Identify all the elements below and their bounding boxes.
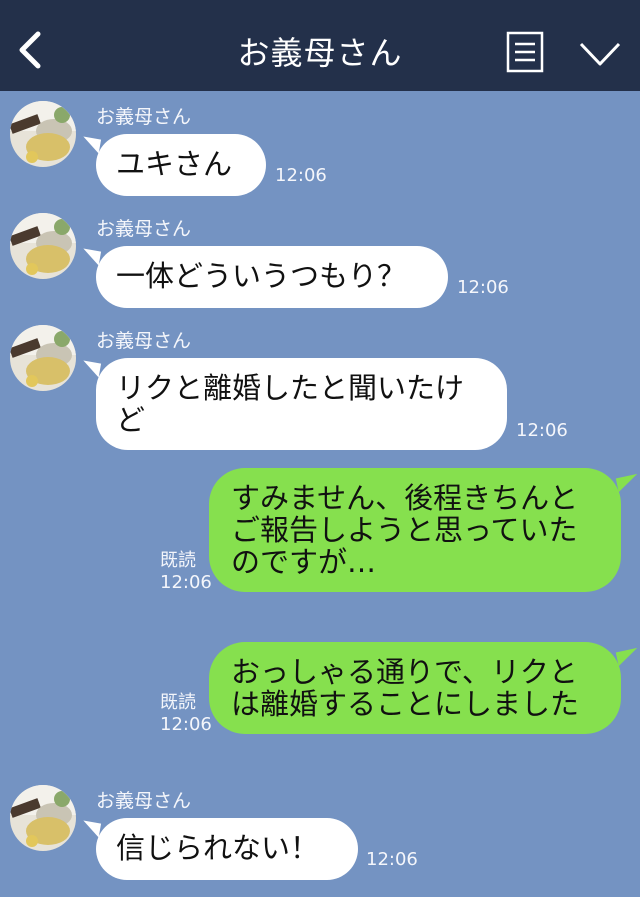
sender-name: お義母さん [96, 790, 192, 812]
outgoing-message-bubble[interactable]: おっしゃる通りで、リクと は離婚することにしました [209, 642, 621, 734]
message-text-line: すみません、後程きちんと [231, 481, 579, 515]
message-time: 12:06 [516, 420, 568, 441]
avatar[interactable] [10, 213, 76, 279]
sender-name: お義母さん [96, 106, 192, 128]
read-receipt: 既読 [160, 692, 196, 713]
message-time: 12:06 [160, 572, 212, 593]
incoming-message-bubble[interactable]: ユキさん [96, 134, 266, 196]
sender-name: お義母さん [96, 218, 192, 240]
message-time: 12:06 [275, 165, 327, 186]
message-text: 一体どういうつもり？ [116, 259, 407, 293]
message-text-line: ご報告しようと思っていた [231, 513, 578, 547]
message-meta: 既読 12:06 [160, 692, 212, 736]
read-receipt: 既読 [160, 550, 196, 571]
avatar[interactable] [10, 101, 76, 167]
sender-name: お義母さん [96, 330, 192, 352]
chat-title: お義母さん [237, 34, 403, 72]
outgoing-message-bubble[interactable]: すみません、後程きちんと ご報告しようと思っていた のですが… [209, 468, 621, 592]
message-text-line: リクと離婚したと聞いたけ [116, 371, 465, 405]
message-text-line: は離婚することにしました [231, 687, 580, 721]
chevron-down-icon[interactable] [578, 40, 622, 68]
message-text-line: おっしゃる通りで、リクと [231, 655, 578, 689]
message-text-line: のですが… [231, 545, 377, 579]
message-meta: 既読 12:06 [160, 550, 212, 594]
message-time: 12:06 [160, 714, 212, 735]
chat-header: お義母さん [0, 0, 640, 91]
incoming-message-bubble[interactable]: 一体どういうつもり？ [96, 246, 448, 308]
incoming-message-bubble[interactable]: 信じられない！ [96, 818, 358, 880]
message-time: 12:06 [457, 277, 509, 298]
message-text: 信じられない！ [116, 831, 320, 865]
avatar[interactable] [10, 325, 76, 391]
menu-list-icon[interactable] [506, 31, 544, 73]
avatar[interactable] [10, 785, 76, 851]
message-text: ユキさん [116, 147, 233, 181]
message-text-line: ど [116, 403, 146, 437]
message-time: 12:06 [366, 849, 418, 870]
incoming-message-bubble[interactable]: リクと離婚したと聞いたけ ど [96, 358, 507, 450]
